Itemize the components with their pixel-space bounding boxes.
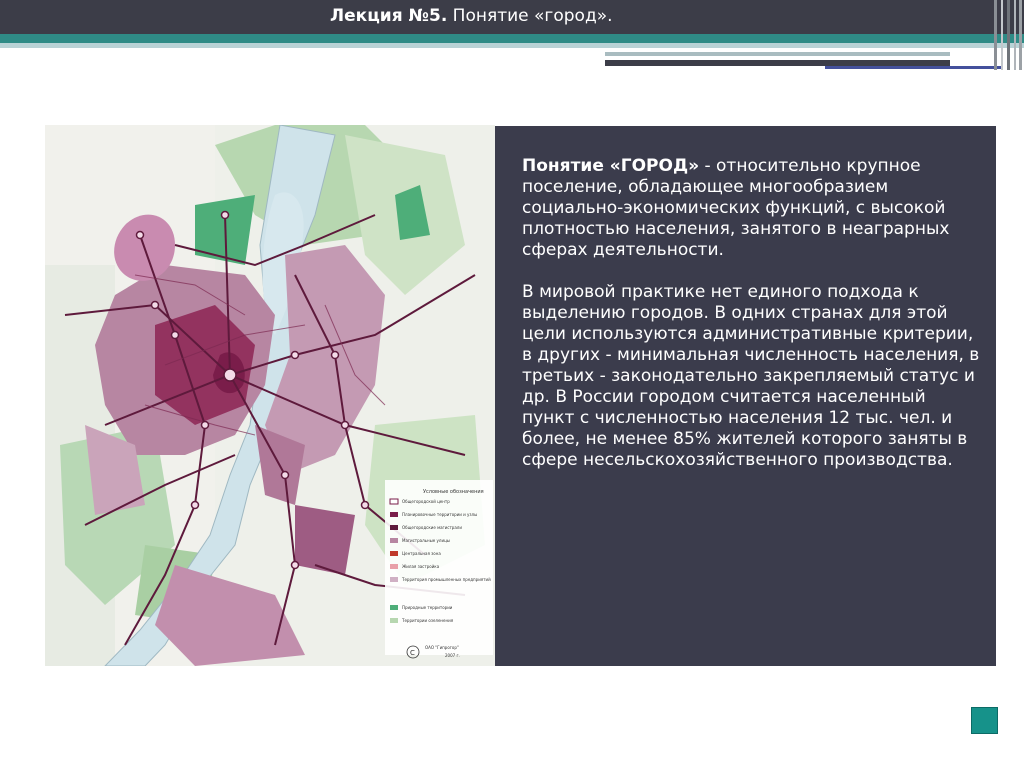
corner-decoration	[994, 0, 1022, 70]
legend-item: Жилая застройка	[402, 564, 440, 569]
definition-paragraph: Понятие «ГОРОД» - относительно крупное п…	[522, 156, 982, 261]
legend-item: Территория промышленных предприятий	[401, 577, 491, 582]
criteria-paragraph: В мировой практике нет единого подхода к…	[522, 282, 980, 470]
svg-text:C: C	[410, 649, 415, 657]
title-rest: Понятие «город».	[447, 6, 613, 26]
title-bold: Лекция №5.	[330, 6, 448, 26]
legend-item: Общегородской центр	[402, 499, 450, 504]
legend-item: Планировочные территории и узлы	[402, 512, 477, 517]
legend-title: Условные обозначения	[423, 489, 484, 495]
stamp-line2: 2007 г.	[445, 653, 460, 658]
stamp-line1: ОАО "Гипрогор"	[425, 645, 459, 650]
definition-panel: Понятие «ГОРОД» - относительно крупное п…	[495, 126, 996, 666]
gray-stripe	[605, 52, 950, 56]
city-master-plan-map: Условные обозначения Общегородской центр…	[45, 125, 495, 666]
legend-item: Магистральные улицы	[402, 538, 450, 543]
legend-item: Природные территории	[402, 605, 453, 610]
term-city: Понятие «ГОРОД»	[522, 156, 700, 176]
teal-stripe	[0, 34, 1024, 43]
legend-item: Центральная зона	[402, 551, 441, 556]
legend-item: Общегородские магистрали	[402, 525, 462, 530]
corner-square	[971, 707, 998, 734]
legend-item: Территории озеленения	[401, 618, 454, 623]
light-stripe	[0, 43, 1024, 48]
slide-title: Лекция №5. Понятие «город».	[330, 6, 613, 26]
header-bar: Лекция №5. Понятие «город».	[0, 0, 1024, 34]
blue-stripe	[825, 66, 1003, 69]
panel-text: Понятие «ГОРОД» - относительно крупное п…	[522, 156, 982, 492]
map-legend: Условные обозначения Общегородской центр…	[385, 480, 493, 659]
